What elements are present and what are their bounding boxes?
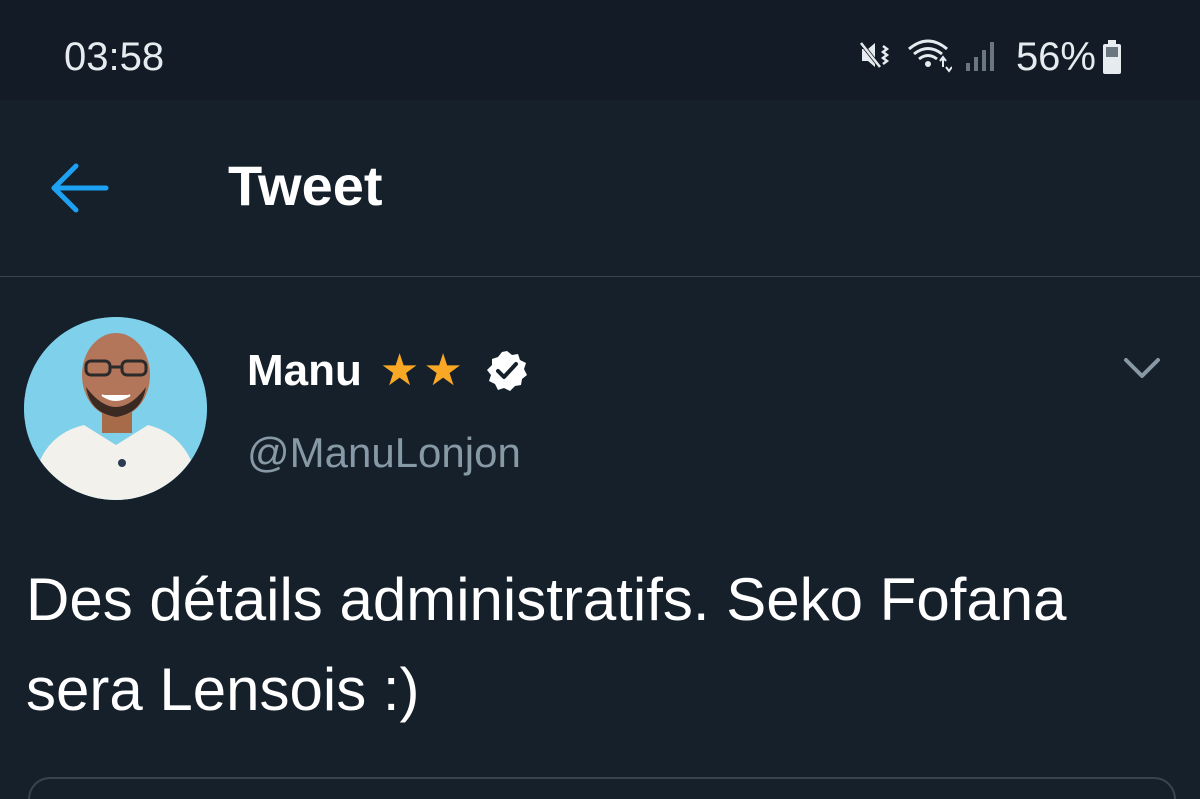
status-time: 03:58 xyxy=(64,35,165,79)
battery-icon xyxy=(1102,40,1122,74)
embedded-card[interactable] xyxy=(28,777,1176,799)
wifi-icon xyxy=(906,37,953,78)
author-handle[interactable]: @ManuLonjon xyxy=(247,425,521,481)
star-emoji: ★ xyxy=(379,346,420,395)
back-button[interactable] xyxy=(44,156,116,220)
avatar[interactable] xyxy=(24,317,207,500)
author-name-row[interactable]: Manu ★ ★ xyxy=(247,340,529,402)
header: Tweet xyxy=(0,100,1200,277)
author-name[interactable]: Manu xyxy=(247,346,362,396)
page-title: Tweet xyxy=(228,154,383,217)
chevron-down-icon xyxy=(1124,358,1160,378)
signal-icon xyxy=(964,37,998,78)
status-icons: 56% xyxy=(858,32,1122,82)
back-arrow-icon xyxy=(51,163,109,213)
battery-percent: 56% xyxy=(1015,35,1096,79)
verified-badge-icon xyxy=(485,349,529,393)
status-bar: 03:58 56% xyxy=(0,0,1200,100)
mute-vibrate-icon xyxy=(858,37,894,78)
star-emoji: ★ xyxy=(423,346,463,395)
tweet-text: Des détails administratifs. Seko Fofana … xyxy=(26,566,1067,723)
more-options-button[interactable] xyxy=(1120,350,1164,386)
